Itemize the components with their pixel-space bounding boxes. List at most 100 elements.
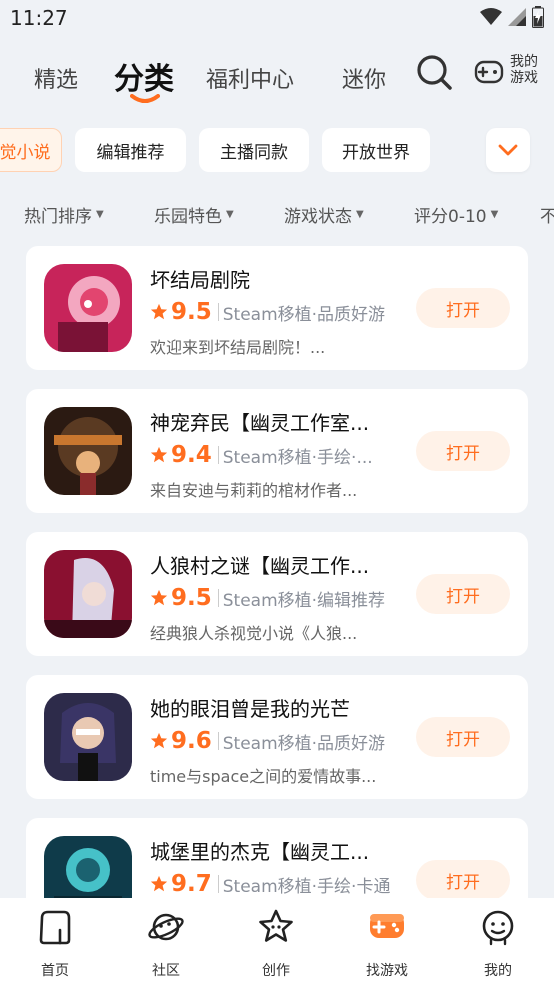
game-list: 坏结局剧院 9.5 Steam移植·品质好游 欢迎来到坏结局剧院！... 打开 … <box>26 246 528 898</box>
filter-rating[interactable]: 评分0-10 ▼ <box>414 202 498 227</box>
game-score: 9.5 <box>171 299 212 325</box>
bottom-nav-community[interactable]: 社区 <box>126 908 206 979</box>
wifi-icon <box>480 8 502 25</box>
filter-label: 游戏状态 <box>284 207 352 227</box>
game-title: 她的眼泪曾是我的光芒 <box>150 697 350 721</box>
filter-hot-sort[interactable]: 热门排序 ▼ <box>24 202 104 227</box>
game-artwork <box>44 836 132 898</box>
divider <box>217 875 219 893</box>
triangle-down-icon: ▼ <box>490 209 499 220</box>
filter-row: 热门排序 ▼ 乐园特色 ▼ 游戏状态 ▼ 评分0-10 ▼ 不 <box>0 194 554 230</box>
game-score: 9.5 <box>171 585 212 611</box>
star-icon <box>150 589 168 606</box>
tag-open-world[interactable]: 开放世界 <box>322 128 430 172</box>
active-tab-indicator <box>130 94 160 103</box>
my-games-label: 我的游戏 <box>510 54 538 86</box>
divider <box>217 589 219 607</box>
open-game-button[interactable]: 打开 <box>416 860 510 898</box>
triangle-down-icon: ▼ <box>96 209 104 220</box>
game-tags: Steam移植·品质好游 <box>222 304 386 325</box>
game-card[interactable]: 坏结局剧院 9.5 Steam移植·品质好游 欢迎来到坏结局剧院！... 打开 <box>26 246 528 370</box>
tab-mini[interactable]: 迷你 <box>342 62 386 94</box>
search-icon[interactable] <box>414 52 454 92</box>
game-card[interactable]: 人狼村之谜【幽灵工作... 9.5 Steam移植·编辑推荐 经典狼人杀视觉小说… <box>26 532 528 656</box>
game-title: 坏结局剧院 <box>150 268 250 292</box>
expand-tags-button[interactable] <box>486 128 530 172</box>
profile-face-icon <box>482 910 514 946</box>
game-meta: 9.6 Steam移植·品质好游 <box>150 725 394 757</box>
star-icon <box>150 303 168 320</box>
game-artwork <box>44 407 132 495</box>
game-artwork <box>44 264 132 352</box>
filter-label: 热门排序 <box>24 207 92 227</box>
game-tags: Steam移植·手绘·卡通 <box>222 876 391 897</box>
tag-label: 觉小说 <box>0 142 51 163</box>
filter-game-status[interactable]: 游戏状态 ▼ <box>284 202 364 227</box>
game-icon <box>44 264 132 352</box>
tag-visual-novel[interactable]: 觉小说 <box>0 128 62 172</box>
tab-category[interactable]: 分类 <box>114 54 174 98</box>
divider <box>217 732 219 750</box>
game-meta: 9.5 Steam移植·编辑推荐 <box>150 582 394 614</box>
game-score: 9.4 <box>171 442 212 468</box>
bottom-nav-label: 社区 <box>152 963 180 979</box>
game-meta: 9.7 Steam移植·手绘·卡通 <box>150 868 394 898</box>
status-icons <box>480 6 544 28</box>
planet-icon <box>148 913 184 941</box>
game-score: 9.7 <box>171 871 212 897</box>
triangle-down-icon: ▼ <box>356 209 364 220</box>
star-icon <box>150 732 168 749</box>
filter-park-feature[interactable]: 乐园特色 ▼ <box>154 202 234 227</box>
game-title: 人狼村之谜【幽灵工作... <box>150 554 370 578</box>
gamepad-icon <box>370 914 404 938</box>
battery-charging-icon <box>532 6 544 28</box>
filter-label: 不 <box>540 207 554 227</box>
game-meta: 9.5 Steam移植·品质好游 <box>150 296 394 328</box>
bottom-nav-label: 我的 <box>484 963 512 979</box>
bottom-nav-label: 找游戏 <box>366 963 408 979</box>
game-title: 城堡里的杰克【幽灵工... <box>150 840 370 864</box>
game-tags: Steam移植·手绘·... <box>222 447 373 468</box>
tab-welfare-center[interactable]: 福利中心 <box>206 62 294 94</box>
tag-streamer-same[interactable]: 主播同款 <box>199 128 309 172</box>
game-artwork <box>44 550 132 638</box>
game-icon <box>44 407 132 495</box>
game-meta: 9.4 Steam移植·手绘·... <box>150 439 394 471</box>
game-description: 经典狼人杀视觉小说《人狼... <box>150 624 358 643</box>
tag-label: 主播同款 <box>220 142 288 163</box>
bottom-nav-mine[interactable]: 我的 <box>458 908 538 979</box>
game-artwork <box>44 693 132 781</box>
bottom-nav-create[interactable]: 创作 <box>236 908 316 979</box>
game-title: 神宠弃民【幽灵工作室... <box>150 411 370 435</box>
star-outline-icon <box>259 909 293 942</box>
game-icon <box>44 836 132 898</box>
my-games-button[interactable]: 我的游戏 <box>474 52 544 94</box>
triangle-down-icon: ▼ <box>226 209 234 220</box>
status-bar: 11:27 <box>0 0 554 40</box>
bottom-nav-home[interactable]: 首页 <box>15 908 95 979</box>
filter-more[interactable]: 不 <box>540 202 554 227</box>
game-description: 来自安迪与莉莉的棺材作者... <box>150 481 358 500</box>
open-game-button[interactable]: 打开 <box>416 431 510 471</box>
divider <box>217 446 219 464</box>
game-card[interactable]: 神宠弃民【幽灵工作室... 9.4 Steam移植·手绘·... 来自安迪与莉莉… <box>26 389 528 513</box>
open-game-button[interactable]: 打开 <box>416 574 510 614</box>
star-icon <box>150 446 168 463</box>
star-icon <box>150 875 168 892</box>
game-icon <box>44 550 132 638</box>
game-card[interactable]: 城堡里的杰克【幽灵工... 9.7 Steam移植·手绘·卡通 打开 <box>26 818 528 898</box>
category-tag-row: 觉小说 编辑推荐 主播同款 开放世界 <box>0 128 554 174</box>
bottom-nav-find-games[interactable]: 找游戏 <box>347 908 427 979</box>
home-icon <box>39 910 71 945</box>
top-nav: 精选 分类 福利中心 迷你 我的游戏 <box>0 48 554 108</box>
tag-label: 开放世界 <box>342 142 410 163</box>
tag-editor-pick[interactable]: 编辑推荐 <box>75 128 186 172</box>
filter-label: 评分0-10 <box>414 207 487 227</box>
open-game-button[interactable]: 打开 <box>416 717 510 757</box>
open-game-button[interactable]: 打开 <box>416 288 510 328</box>
game-card[interactable]: 她的眼泪曾是我的光芒 9.6 Steam移植·品质好游 time与space之间… <box>26 675 528 799</box>
game-tags: Steam移植·编辑推荐 <box>222 590 386 611</box>
tab-featured[interactable]: 精选 <box>34 62 78 94</box>
signal-icon <box>508 8 526 26</box>
gamepad-icon <box>474 60 504 84</box>
